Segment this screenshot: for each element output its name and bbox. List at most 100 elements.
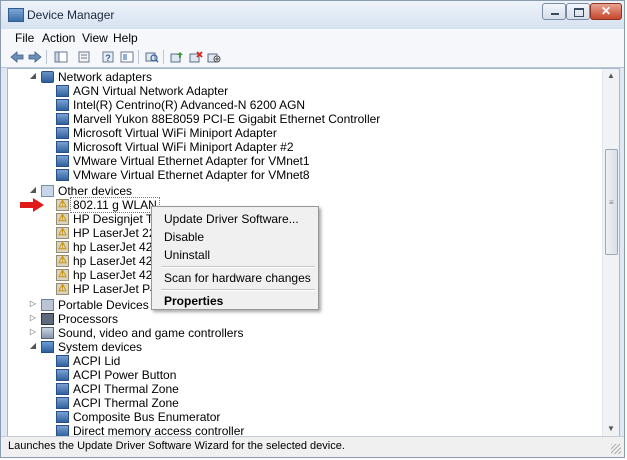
window-title: Device Manager (27, 8, 115, 22)
close-button[interactable]: ✕ (590, 3, 622, 20)
system-device-icon (56, 397, 69, 409)
expand-arrow-icon[interactable]: ▷ (29, 327, 37, 336)
tree-device-item[interactable]: VMware Virtual Ethernet Adapter for VMne… (56, 154, 310, 168)
tree-device-item[interactable]: Marvell Yukon 88E8059 PCI-E Gigabit Ethe… (56, 112, 380, 126)
tree-device-item[interactable]: Microsoft Virtual WiFi Miniport Adapter … (56, 140, 294, 154)
category-label: Processors (58, 312, 119, 326)
collapse-arrow-icon[interactable]: ◢ (29, 341, 37, 350)
close-icon: ✕ (600, 4, 612, 18)
menu-separator (161, 289, 315, 291)
tree-device-item[interactable]: ACPI Power Button (56, 368, 176, 382)
computer-icon (41, 341, 54, 353)
scan-hardware-icon[interactable] (144, 50, 159, 64)
warning-device-icon: ⚠ (56, 241, 69, 253)
tree-device-item[interactable]: ⚠ hp LaserJet 424( (56, 254, 163, 268)
menu-view[interactable]: View (82, 30, 108, 46)
menu-item-disable[interactable]: Disable (164, 230, 204, 244)
tree-device-item[interactable]: Composite Bus Enumerator (56, 410, 220, 424)
tree-device-item[interactable]: Intel(R) Centrino(R) Advanced-N 6200 AGN (56, 98, 305, 112)
toolbar-separator (163, 50, 164, 64)
resize-grip-icon[interactable] (611, 444, 621, 454)
scrollbar-thumb[interactable]: ≡ (605, 149, 618, 255)
warning-device-icon: ⚠ (56, 283, 69, 295)
device-manager-icon (8, 8, 24, 22)
tree-category-network-adapters[interactable]: Network adapters (41, 70, 152, 84)
back-arrow-icon[interactable] (9, 50, 24, 64)
system-device-icon (56, 369, 69, 381)
tree-device-item[interactable]: ⚠ HP Designjet T1 (56, 212, 160, 226)
menu-item-uninstall[interactable]: Uninstall (164, 248, 210, 262)
vertical-scrollbar[interactable]: ▲ ≡ ▼ (602, 69, 619, 436)
speaker-icon (41, 327, 54, 339)
tree-device-item[interactable]: ⚠ HP LaserJet 220 (56, 226, 162, 240)
scroll-down-icon[interactable]: ▼ (603, 422, 619, 436)
menu-file[interactable]: File (15, 30, 34, 46)
minimize-button[interactable] (542, 3, 566, 20)
network-adapter-icon (56, 155, 69, 167)
network-adapter-icon (56, 141, 69, 153)
toolbar-separator (138, 50, 139, 64)
category-label: Portable Devices (58, 298, 149, 312)
system-device-icon (56, 383, 69, 395)
toolbar: ? (1, 47, 624, 68)
svg-text:?: ? (105, 53, 111, 63)
tree-device-item[interactable]: ⚠ HP LaserJet P40 (56, 282, 164, 296)
maximize-button[interactable] (566, 3, 590, 20)
network-adapter-icon (56, 85, 69, 97)
red-arrow-annotation-icon (20, 198, 44, 212)
maximize-icon (574, 8, 584, 17)
help-icon[interactable]: ? (100, 50, 115, 64)
properties-icon[interactable] (76, 50, 91, 64)
tree-device-item[interactable]: ⚠ hp LaserJet 424( (56, 268, 163, 282)
update-driver-icon[interactable] (169, 50, 184, 64)
forward-arrow-icon[interactable] (27, 50, 42, 64)
tree-device-item[interactable]: ⚠ hp LaserJet 424( (56, 240, 163, 254)
collapse-arrow-icon[interactable]: ◢ (29, 185, 37, 194)
minimize-icon (551, 13, 559, 15)
grip-icon: ≡ (609, 198, 614, 207)
disable-icon[interactable] (206, 50, 221, 64)
menu-item-scan[interactable]: Scan for hardware changes (164, 271, 311, 285)
tree-category-other-devices[interactable]: Other devices (41, 184, 132, 198)
tree-device-item[interactable]: Microsoft Virtual WiFi Miniport Adapter (56, 126, 277, 140)
tree-device-item-selected[interactable]: ⚠ 802.11 g WLAN (56, 197, 160, 213)
menu-action[interactable]: Action (42, 30, 75, 46)
tree-category-portable-devices[interactable]: Portable Devices (41, 298, 149, 312)
portable-device-icon (41, 299, 54, 311)
system-device-icon (56, 355, 69, 367)
menu-bar: File Action View Help (1, 29, 624, 48)
menu-separator (161, 266, 315, 268)
tree-device-item[interactable]: ACPI Thermal Zone (56, 396, 179, 410)
category-label: Network adapters (58, 70, 153, 84)
warning-device-icon: ⚠ (56, 255, 69, 267)
show-hidden-icon[interactable] (119, 50, 134, 64)
tree-category-sound[interactable]: Sound, video and game controllers (41, 326, 243, 340)
tree-category-processors[interactable]: Processors (41, 312, 118, 326)
uninstall-icon[interactable] (188, 50, 203, 64)
tree-device-item[interactable]: ACPI Thermal Zone (56, 382, 179, 396)
expand-arrow-icon[interactable]: ▷ (29, 299, 37, 308)
collapse-arrow-icon[interactable]: ◢ (29, 71, 37, 80)
network-adapter-icon (41, 71, 54, 83)
category-label: System devices (58, 340, 143, 354)
tree-category-system-devices[interactable]: System devices (41, 340, 142, 354)
unknown-device-icon (41, 185, 54, 197)
expand-arrow-icon[interactable]: ▷ (29, 313, 37, 322)
warning-device-icon: ⚠ (56, 269, 69, 281)
menu-item-properties[interactable]: Properties (164, 294, 223, 308)
category-label: Sound, video and game controllers (58, 326, 244, 340)
network-adapter-icon (56, 169, 69, 181)
tree-device-item[interactable]: ACPI Lid (56, 354, 120, 368)
title-bar[interactable]: Device Manager ✕ (1, 1, 624, 29)
context-menu: Update Driver Software... Disable Uninst… (151, 206, 319, 310)
warning-device-icon: ⚠ (56, 213, 69, 225)
tree-device-item[interactable]: AGN Virtual Network Adapter (56, 84, 228, 98)
menu-help[interactable]: Help (113, 30, 138, 46)
status-text: Launches the Update Driver Software Wiza… (8, 440, 345, 452)
device-manager-window: Device Manager ✕ File Action View Help ? (0, 0, 625, 458)
tree-device-item[interactable]: VMware Virtual Ethernet Adapter for VMne… (56, 168, 310, 182)
scroll-up-icon[interactable]: ▲ (603, 69, 619, 83)
console-tree-icon[interactable] (53, 50, 68, 64)
processor-icon (41, 313, 54, 325)
menu-item-update-driver[interactable]: Update Driver Software... (164, 212, 299, 226)
